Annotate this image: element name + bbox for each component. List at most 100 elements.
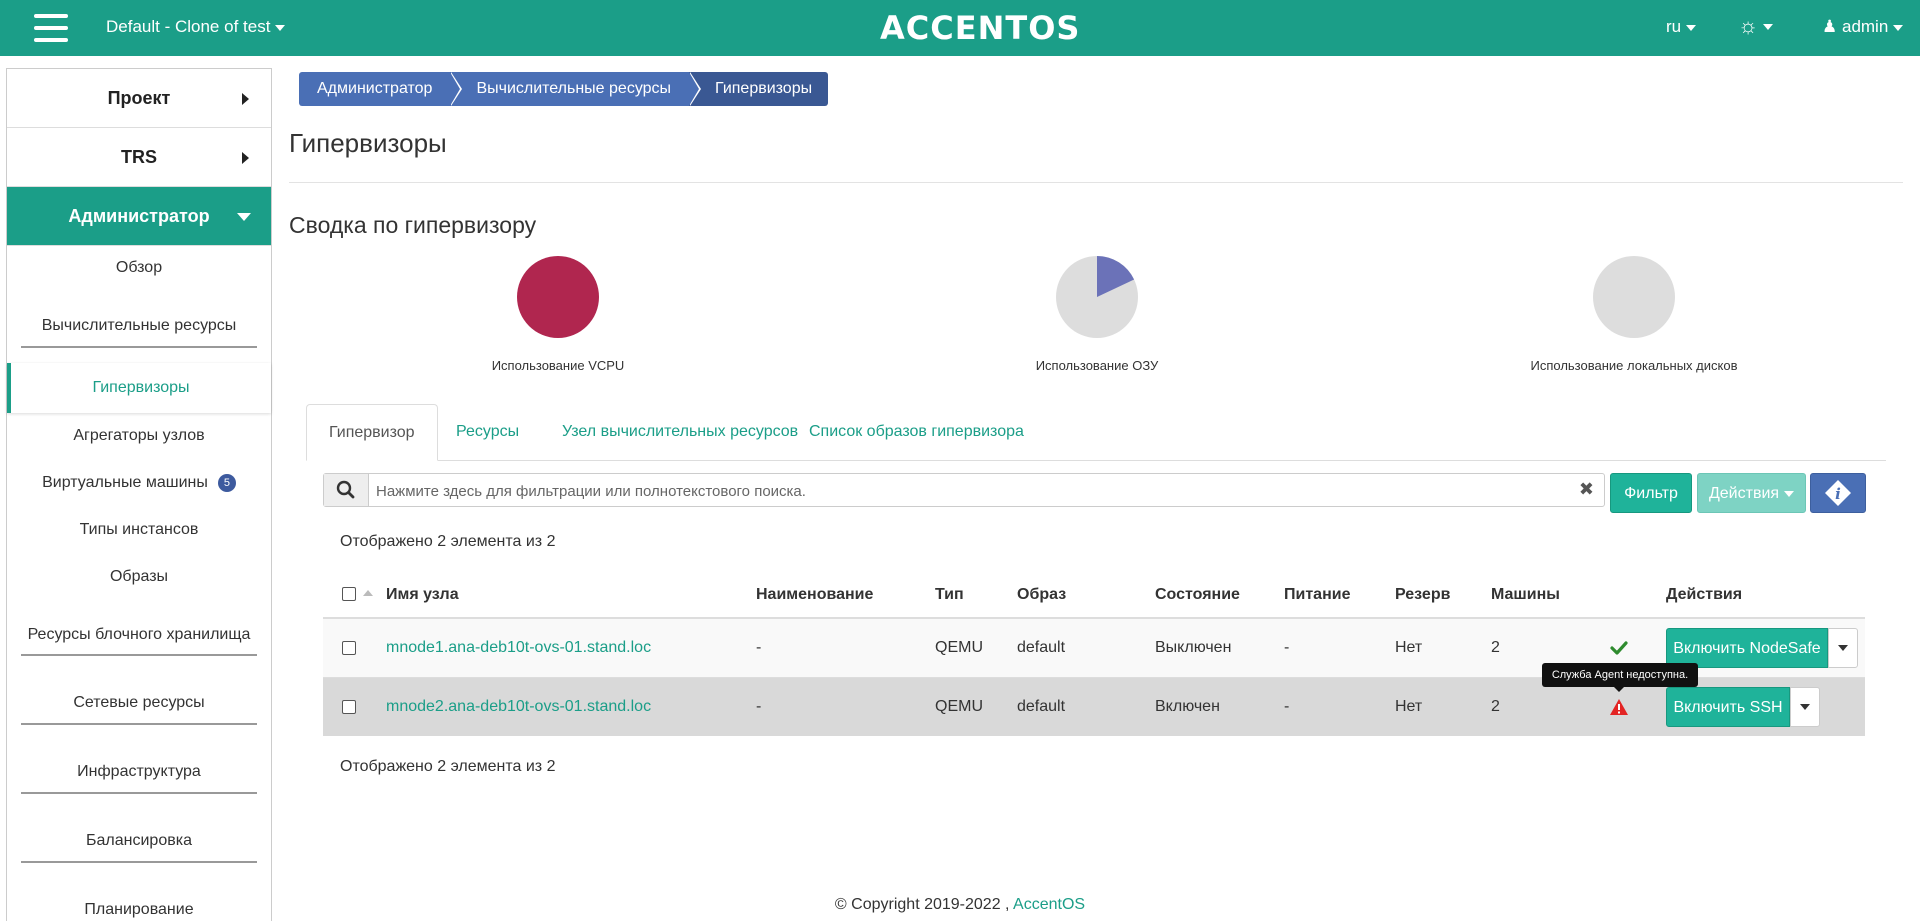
sidebar-item-overview[interactable]: Обзор [7, 259, 271, 277]
enable-nodesafe-button[interactable]: Включить NodeSafe [1666, 628, 1828, 668]
cell-power: - [1284, 639, 1290, 656]
copyright-text: © Copyright 2019-2022 , [834, 896, 1010, 913]
info-icon: i [1825, 480, 1851, 506]
search-icon [336, 480, 355, 499]
chevron-right-icon [242, 93, 249, 105]
node-name-link[interactable]: mnode2.ana-deb10t-ovs-01.stand.loc [386, 698, 651, 715]
page-title: Гипервизоры [289, 128, 447, 158]
column-header-image[interactable]: Образ [1017, 575, 1066, 615]
footer: © Copyright 2019-2022 , AccentOS [0, 896, 1920, 914]
top-bar: Default - Clone of test ACCENTOS ru ☼ ♟ … [0, 0, 1920, 56]
column-header-title[interactable]: Наименование [756, 575, 873, 615]
svg-text:i: i [1835, 485, 1841, 503]
ram-usage-label: Использование ОЗУ [1035, 358, 1159, 373]
row-actions-dropdown[interactable] [1828, 628, 1858, 668]
breadcrumb-item-hypervisors[interactable]: Гипервизоры [689, 72, 829, 106]
check-icon [1610, 641, 1628, 655]
sidebar-section-label: TRS [121, 147, 157, 167]
items-count-top: Отображено 2 элемента из 2 [340, 533, 556, 550]
sidebar-item-label: Сетевые ресурсы [73, 694, 205, 711]
user-name: admin [1841, 17, 1889, 36]
sidebar-section-project[interactable]: Проект [7, 69, 271, 128]
sidebar-item-label: Ресурсы блочного хранилища [27, 626, 251, 643]
actions-button[interactable]: Действия [1697, 473, 1806, 513]
column-header-power[interactable]: Питание [1284, 575, 1350, 615]
accentos-link[interactable]: AccentOS [1013, 896, 1085, 913]
column-header-type[interactable]: Тип [935, 575, 964, 615]
sidebar-item-infrastructure[interactable]: Инфраструктура [7, 763, 271, 781]
sidebar-item-flavors[interactable]: Типы инстансов [7, 521, 271, 539]
breadcrumb-label: Гипервизоры [715, 80, 813, 97]
sidebar-item-hypervisors[interactable]: Гипервизоры [7, 363, 271, 413]
sidebar-item-network[interactable]: Сетевые ресурсы [7, 694, 271, 712]
agent-tooltip: Служба Agent недоступна. [1542, 663, 1698, 692]
tab-hypervisor[interactable]: Гипервизор [306, 404, 438, 461]
sidebar-item-aggregates[interactable]: Агрегаторы узлов [7, 427, 271, 445]
sidebar-item-instances[interactable]: Виртуальные машины 5 [7, 474, 271, 492]
cell-reserve: Нет [1395, 639, 1423, 656]
search-input[interactable] [374, 475, 1538, 507]
language-label: ru [1666, 17, 1682, 36]
sidebar-item-label: Гипервизоры [92, 379, 190, 396]
select-all-checkbox[interactable] [342, 587, 356, 601]
sidebar-section-trs[interactable]: TRS [7, 128, 271, 187]
cell-reserve: Нет [1395, 698, 1423, 715]
sidebar-item-compute[interactable]: Вычислительные ресурсы [7, 317, 271, 335]
column-header-reserve[interactable]: Резерв [1395, 575, 1450, 615]
sort-icon[interactable] [363, 590, 373, 596]
tab-resources[interactable]: Ресурсы [434, 404, 541, 460]
breadcrumb-label: Вычислительные ресурсы [476, 80, 672, 97]
divider [21, 861, 257, 863]
ram-usage-pie [1056, 256, 1138, 338]
enable-ssh-button[interactable]: Включить SSH [1666, 687, 1790, 727]
cell-title: - [756, 639, 762, 656]
sidebar-item-images[interactable]: Образы [7, 568, 271, 586]
vcpu-usage-pie [517, 256, 599, 338]
theme-switcher[interactable]: ☼ [1738, 13, 1774, 39]
row-checkbox[interactable] [342, 641, 356, 655]
sidebar-item-label: Вычислительные ресурсы [41, 317, 237, 334]
pie-free-slice [1593, 256, 1675, 338]
chevron-down-icon [1686, 24, 1697, 31]
sidebar-item-label: Образы [109, 568, 169, 585]
sidebar-item-balancing[interactable]: Балансировка [7, 832, 271, 850]
column-header-machines[interactable]: Машины [1491, 575, 1560, 615]
tab-compute-node[interactable]: Узел вычислительных ресурсов [540, 404, 820, 460]
count-badge: 5 [217, 474, 236, 492]
user-menu[interactable]: ♟ admin [1822, 17, 1904, 37]
breadcrumb-item-admin[interactable]: Администратор [299, 72, 463, 106]
items-count-bottom: Отображено 2 элемента из 2 [340, 758, 556, 775]
column-header-name[interactable]: Имя узла [386, 575, 459, 615]
breadcrumb-item-compute[interactable]: Вычислительные ресурсы [450, 72, 702, 106]
column-header-actions: Действия [1666, 586, 1743, 603]
sidebar-section-admin[interactable]: Администратор [7, 187, 271, 246]
filter-button[interactable]: Фильтр [1610, 473, 1692, 513]
sidebar-item-label: Инфраструктура [77, 763, 201, 780]
sun-icon: ☼ [1738, 13, 1759, 38]
menu-toggle-icon[interactable] [34, 14, 68, 42]
node-name-link[interactable]: mnode1.ana-deb10t-ovs-01.stand.loc [386, 639, 651, 656]
row-actions-dropdown[interactable] [1790, 687, 1820, 727]
warning-icon[interactable] [1609, 698, 1629, 716]
cell-image: default [1017, 639, 1066, 656]
info-button[interactable]: i [1810, 473, 1866, 513]
sidebar-item-label: Агрегаторы узлов [73, 427, 205, 444]
cell-state: Включен [1155, 698, 1220, 715]
logo: ACCENTOS [880, 9, 1081, 47]
sidebar-item-label: Балансировка [86, 832, 192, 849]
tab-image-list[interactable]: Список образов гипервизора [787, 404, 1046, 460]
language-switcher[interactable]: ru [1666, 17, 1697, 37]
sidebar-item-block-storage[interactable]: Ресурсы блочного хранилища [7, 626, 271, 644]
cell-type: QEMU [935, 698, 983, 715]
project-switcher[interactable]: Default - Clone of test [106, 17, 286, 37]
chevron-down-icon [1800, 704, 1810, 710]
column-header-state[interactable]: Состояние [1155, 575, 1240, 615]
divider [21, 346, 257, 348]
sidebar-section-label: Администратор [68, 206, 210, 226]
cell-title: - [756, 698, 762, 715]
chevron-down-icon [1893, 24, 1904, 31]
row-checkbox[interactable] [342, 700, 356, 714]
clear-icon[interactable]: ✖ [1579, 479, 1594, 500]
sidebar-item-label: Виртуальные машины [42, 474, 208, 492]
sidebar: Проект TRS Администратор Обзор Вычислите… [6, 68, 272, 921]
